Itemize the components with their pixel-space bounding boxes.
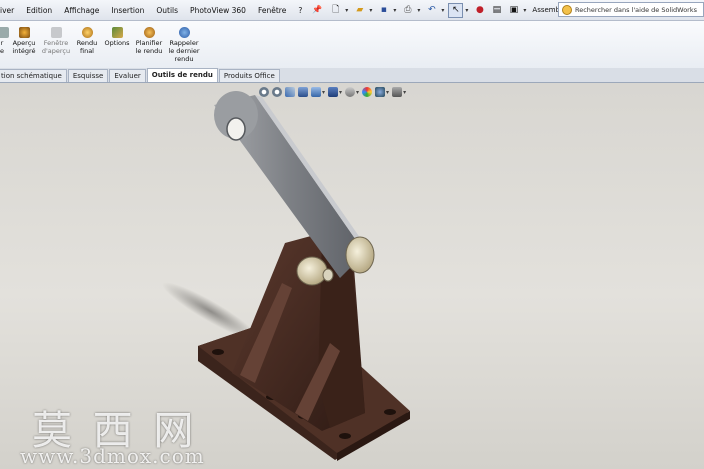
- save-icon[interactable]: ▪: [376, 3, 391, 18]
- ribbon-button-label: le rendu: [135, 47, 163, 55]
- apercu-integre-button[interactable]: Aperçu intégré: [11, 27, 37, 55]
- render-options-icon: [111, 27, 123, 38]
- new-document-icon[interactable]: 🗋: [328, 3, 343, 18]
- ribbon-button-label: Planifier: [135, 39, 163, 47]
- pivot-pin-rear[interactable]: [345, 236, 375, 274]
- ribbon-button-label: final: [79, 47, 94, 55]
- help-search-input[interactable]: Rechercher dans l'aide de SolidWorks: [558, 2, 704, 17]
- render-icon: [0, 27, 9, 38]
- chevron-down-icon[interactable]: ▾: [441, 7, 444, 14]
- rebuild-traffic-light-icon[interactable]: ●: [472, 3, 487, 18]
- help-search-placeholder: Rechercher dans l'aide de SolidWorks: [575, 5, 698, 14]
- planifier-rendu-button[interactable]: Planifier le rendu: [133, 27, 165, 55]
- rendu-final-button[interactable]: Rendu final: [74, 27, 100, 55]
- command-manager-tabs: tion schématique Esquisse Evaluer Outils…: [0, 68, 704, 83]
- preview-window-icon: [50, 27, 62, 38]
- print-icon[interactable]: ⎙: [400, 3, 415, 18]
- select-cursor-icon[interactable]: ↖: [448, 2, 464, 18]
- pivot-pin-front[interactable]: [296, 256, 328, 286]
- menu-help[interactable]: ?: [292, 6, 308, 15]
- tab-produits-office[interactable]: Produits Office: [218, 69, 280, 82]
- ribbon-button-label: Fenêtre: [43, 39, 69, 47]
- file-properties-icon[interactable]: ▤: [489, 3, 504, 18]
- menu-fenetre[interactable]: Fenêtre: [252, 6, 292, 15]
- tab-evaluer[interactable]: Evaluer: [109, 69, 146, 82]
- final-render-icon: [81, 27, 93, 38]
- menu-photoview[interactable]: PhotoView 360: [184, 6, 252, 15]
- options-button[interactable]: Options: [102, 27, 132, 47]
- chevron-down-icon[interactable]: ▾: [345, 7, 348, 14]
- menu-insertion[interactable]: Insertion: [105, 6, 150, 15]
- ribbon-button-label: Rappeler: [169, 39, 199, 47]
- lever-hole: [226, 117, 246, 141]
- ribbon-button-label: Options: [104, 39, 130, 47]
- watermark-url: www.3dmox.com: [20, 444, 205, 468]
- options-icon[interactable]: ▣: [506, 3, 521, 18]
- open-folder-icon[interactable]: ▰: [352, 3, 367, 18]
- tab-schematique[interactable]: tion schématique: [0, 69, 67, 82]
- menu-affichage[interactable]: Affichage: [58, 6, 105, 15]
- undo-icon[interactable]: ↶: [424, 3, 439, 18]
- fenetre-apercu-button[interactable]: Fenêtre d'aperçu: [40, 27, 72, 55]
- menu-fichier[interactable]: iver: [0, 6, 20, 15]
- integrated-preview-icon: [18, 27, 30, 38]
- tab-esquisse[interactable]: Esquisse: [67, 69, 109, 82]
- ribbon-button-label: rendu: [174, 55, 194, 63]
- schedule-render-icon: [143, 27, 155, 38]
- command-manager-ribbon: r e Aperçu intégré Fenêtre d'aperçu Rend…: [0, 21, 704, 69]
- quick-access-toolbar: 🗋 ▾ ▰ ▾ ▪ ▾ ⎙ ▾ ↶ ▾ ↖ ▾ ● ▤ ▣ ▾: [328, 2, 528, 18]
- ribbon-button-label: Aperçu: [12, 39, 36, 47]
- chevron-down-icon[interactable]: ▾: [417, 7, 420, 14]
- pin-icon[interactable]: 📌: [312, 5, 322, 15]
- menu-outils[interactable]: Outils: [150, 6, 184, 15]
- pivot-pin-front-cap: [322, 268, 334, 282]
- ribbon-button-label: e: [0, 47, 4, 55]
- ribbon-button-partial[interactable]: r e: [0, 27, 9, 55]
- ribbon-button-label: intégré: [12, 47, 36, 55]
- chevron-down-icon[interactable]: ▾: [369, 7, 372, 14]
- chevron-down-icon[interactable]: ▾: [393, 7, 396, 14]
- ribbon-button-label: le dernier: [168, 47, 200, 55]
- recall-last-render-icon: [178, 27, 190, 38]
- chevron-down-icon[interactable]: ▾: [523, 7, 526, 14]
- chevron-down-icon[interactable]: ▾: [465, 7, 468, 14]
- help-icon: [562, 4, 572, 15]
- ribbon-button-label: d'aperçu: [41, 47, 71, 55]
- menu-edition[interactable]: Edition: [20, 6, 58, 15]
- ribbon-button-label: Rendu: [76, 39, 98, 47]
- tab-outils-de-rendu[interactable]: Outils de rendu: [146, 68, 218, 82]
- ribbon-button-label: r: [0, 39, 4, 47]
- rappeler-dernier-rendu-button[interactable]: Rappeler le dernier rendu: [167, 27, 201, 63]
